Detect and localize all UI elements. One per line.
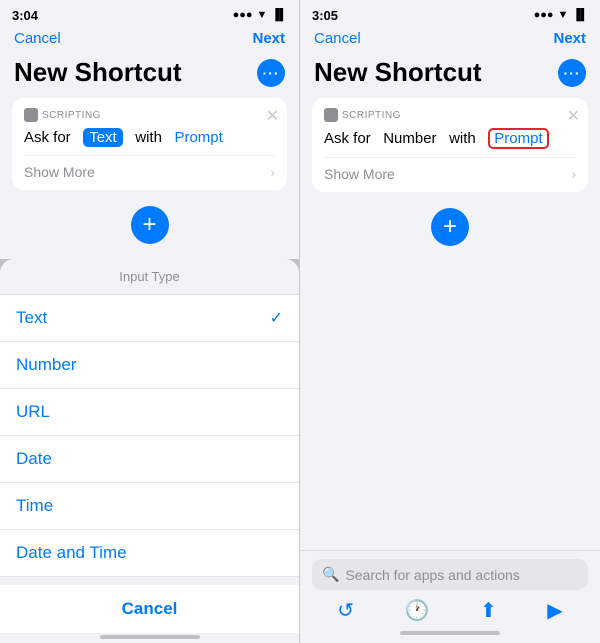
home-indicator-right xyxy=(400,631,500,635)
share-icon[interactable]: ⬆ xyxy=(480,598,497,623)
dropdown-item-datetime[interactable]: Date and Time xyxy=(0,530,299,577)
add-button-left[interactable]: + xyxy=(131,206,169,244)
ask-for-label-right: Ask for xyxy=(324,130,371,147)
dropdown-item-date[interactable]: Date xyxy=(0,436,299,483)
add-button-right[interactable]: + xyxy=(431,208,469,246)
with-label-right: with xyxy=(449,130,476,147)
battery-icon-right: ▐▌ xyxy=(572,9,588,21)
card-close-right[interactable]: ✕ xyxy=(567,106,580,126)
dropdown-item-number[interactable]: Number xyxy=(0,342,299,389)
chevron-icon-right: › xyxy=(571,166,576,182)
card-label-left: SCRIPTING xyxy=(24,108,275,122)
battery-icon: ▐▌ xyxy=(271,9,287,21)
search-icon: 🔍 xyxy=(322,566,339,583)
cancel-button-right[interactable]: Cancel xyxy=(314,30,361,47)
nav-bar-left: Cancel Next xyxy=(0,28,299,53)
dropdown-item-url[interactable]: URL xyxy=(0,389,299,436)
bottom-search-area: 🔍 Search for apps and actions ↺ 🕐 ⬆ ▶ xyxy=(300,550,600,643)
page-title-left: New Shortcut xyxy=(14,57,182,88)
page-title-row-right: New Shortcut ··· xyxy=(300,53,600,98)
prompt-pill-right[interactable]: Prompt xyxy=(488,128,548,149)
search-placeholder: Search for apps and actions xyxy=(345,567,519,583)
more-button-right[interactable]: ··· xyxy=(558,59,586,87)
scripting-card-left: SCRIPTING ✕ Ask for Text with Prompt Sho… xyxy=(12,98,287,190)
send-icon[interactable]: ▶ xyxy=(547,598,562,623)
cancel-button-left[interactable]: Cancel xyxy=(14,30,61,47)
scripting-card-right: SCRIPTING ✕ Ask for Number with Prompt S… xyxy=(312,98,588,192)
type-pill-right[interactable]: Number xyxy=(383,130,436,147)
show-more-right[interactable]: Show More › xyxy=(324,157,576,182)
status-time-left: 3:04 xyxy=(12,8,38,23)
type-pill-left[interactable]: Text xyxy=(83,128,123,147)
more-button-left[interactable]: ··· xyxy=(257,59,285,87)
page-title-right: New Shortcut xyxy=(314,57,482,88)
status-time-right: 3:05 xyxy=(312,8,338,23)
signal-icon-right: ●●● xyxy=(534,9,554,21)
card-content-left: Ask for Text with Prompt xyxy=(24,128,275,147)
prompt-pill-left[interactable]: Prompt xyxy=(174,129,222,146)
dropdown-cancel-button[interactable]: Cancel xyxy=(0,585,299,633)
bottom-toolbar: ↺ 🕐 ⬆ ▶ xyxy=(312,590,588,629)
nav-bar-right: Cancel Next xyxy=(300,28,600,53)
ask-for-label-left: Ask for xyxy=(24,129,71,146)
right-panel: 3:05 ●●● ▼ ▐▌ Cancel Next New Shortcut ·… xyxy=(300,0,600,643)
dropdown-item-time[interactable]: Time xyxy=(0,483,299,530)
dropdown-overlay: Input Type Text ✓ Number URL Date Time D… xyxy=(0,259,299,643)
left-panel: 3:04 ●●● ▼ ▐▌ Cancel Next New Shortcut ·… xyxy=(0,0,300,643)
signal-icon: ●●● xyxy=(233,9,253,21)
next-button-right[interactable]: Next xyxy=(553,30,586,47)
card-label-right: SCRIPTING xyxy=(324,108,576,122)
recent-icon[interactable]: 🕐 xyxy=(405,598,430,623)
scripting-icon-left xyxy=(24,108,38,122)
card-close-left[interactable]: ✕ xyxy=(266,106,279,126)
next-button-left[interactable]: Next xyxy=(252,30,285,47)
with-label-left: with xyxy=(135,129,162,146)
status-bar-right: 3:05 ●●● ▼ ▐▌ xyxy=(300,0,600,28)
wifi-icon-right: ▼ xyxy=(558,9,569,21)
page-title-row-left: New Shortcut ··· xyxy=(0,53,299,98)
status-icons-right: ●●● ▼ ▐▌ xyxy=(534,9,588,21)
history-icon[interactable]: ↺ xyxy=(337,598,354,623)
card-content-right: Ask for Number with Prompt xyxy=(324,128,576,149)
home-indicator-left xyxy=(100,635,200,639)
status-icons-left: ●●● ▼ ▐▌ xyxy=(233,9,287,21)
dropdown-item-text[interactable]: Text ✓ xyxy=(0,295,299,342)
show-more-left[interactable]: Show More › xyxy=(24,155,275,180)
dropdown-header: Input Type xyxy=(0,259,299,295)
search-bar[interactable]: 🔍 Search for apps and actions xyxy=(312,559,588,590)
dropdown-sheet: Input Type Text ✓ Number URL Date Time D… xyxy=(0,259,299,643)
status-bar-left: 3:04 ●●● ▼ ▐▌ xyxy=(0,0,299,28)
wifi-icon: ▼ xyxy=(257,9,268,21)
chevron-icon-left: › xyxy=(270,164,275,180)
check-icon: ✓ xyxy=(270,308,283,328)
scripting-icon-right xyxy=(324,108,338,122)
